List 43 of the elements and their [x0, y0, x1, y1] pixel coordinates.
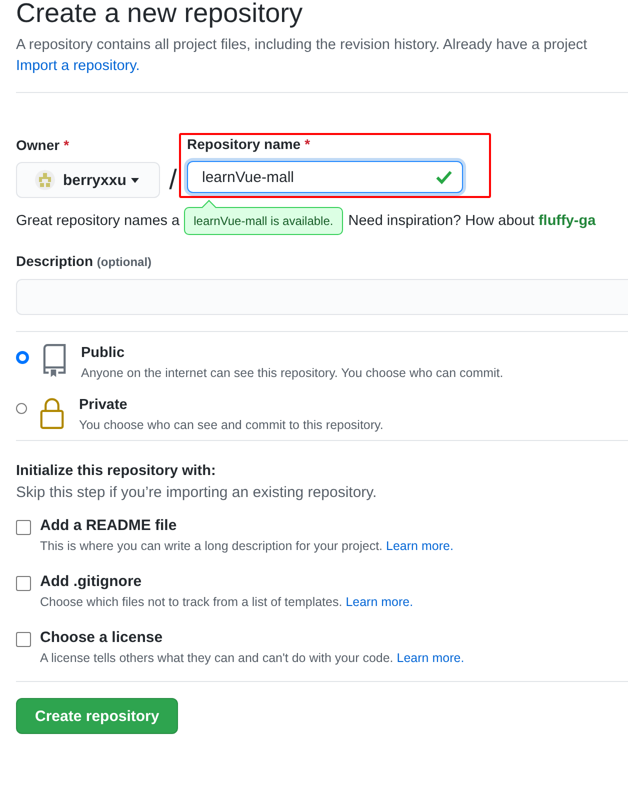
description-label: Description	[16, 253, 94, 269]
checkbox[interactable]	[16, 576, 31, 591]
option-label: Choose a license	[40, 629, 164, 647]
checkmark-icon	[435, 168, 453, 186]
create-repository-button[interactable]: Create repository	[16, 698, 178, 734]
learn-more-link[interactable]: Learn more.	[346, 595, 414, 609]
page-subtitle: A repository contains all project files, including the revision history. Already have a project	[16, 36, 588, 55]
repository-name-label: Repository name	[187, 136, 301, 152]
owner-label: Owner	[16, 137, 60, 153]
option-description: This is where you can write a long description for your project.	[40, 539, 383, 553]
owner-dropdown[interactable]: berryxxu	[16, 162, 160, 198]
page-title: Create a new repository	[16, 0, 304, 28]
lock-icon	[39, 396, 65, 430]
required-mark: *	[64, 137, 70, 153]
section-heading: Initialize this repository with:	[16, 463, 217, 479]
visibility-description: Anyone on the internet can see this repository. You choose who can commit.	[81, 366, 504, 380]
import-link[interactable]: Import a repository.	[16, 58, 140, 74]
radio-button[interactable]	[16, 403, 27, 414]
suggestion-link[interactable]: fluffy-ga	[538, 213, 596, 229]
path-separator: /	[168, 163, 178, 197]
book-icon	[41, 344, 67, 378]
section-subtitle: Skip this step if you’re importing an existing repository.	[16, 484, 378, 501]
option-label: Add a README file	[40, 517, 178, 535]
required-mark: *	[304, 136, 310, 152]
option-description: A license tells others what they can and can't do with your code.	[40, 651, 394, 665]
learn-more-link[interactable]: Learn more.	[396, 651, 464, 665]
availability-tooltip: learnVue-mall is available.	[184, 207, 344, 235]
hint-text: Great repository names a	[16, 213, 180, 229]
visibility-description: You choose who can see and commit to this repository.	[79, 418, 384, 432]
visibility-label: Public	[81, 344, 126, 362]
hint-text: Need inspiration? How about	[348, 213, 534, 229]
optional-note: (optional)	[96, 255, 152, 269]
visibility-label: Private	[79, 396, 128, 414]
radio-button[interactable]	[16, 351, 29, 364]
checkbox[interactable]	[16, 520, 31, 535]
description-field[interactable]	[16, 279, 628, 315]
repository-name-field[interactable]: learnVue-mall	[187, 161, 463, 193]
checkbox[interactable]	[16, 632, 31, 647]
learn-more-link[interactable]: Learn more.	[386, 539, 454, 553]
caret-icon	[131, 178, 140, 182]
option-description: Choose which files not to track from a list of templates.	[40, 595, 342, 609]
option-label: Add .gitignore	[40, 573, 143, 591]
avatar-icon	[35, 170, 55, 190]
